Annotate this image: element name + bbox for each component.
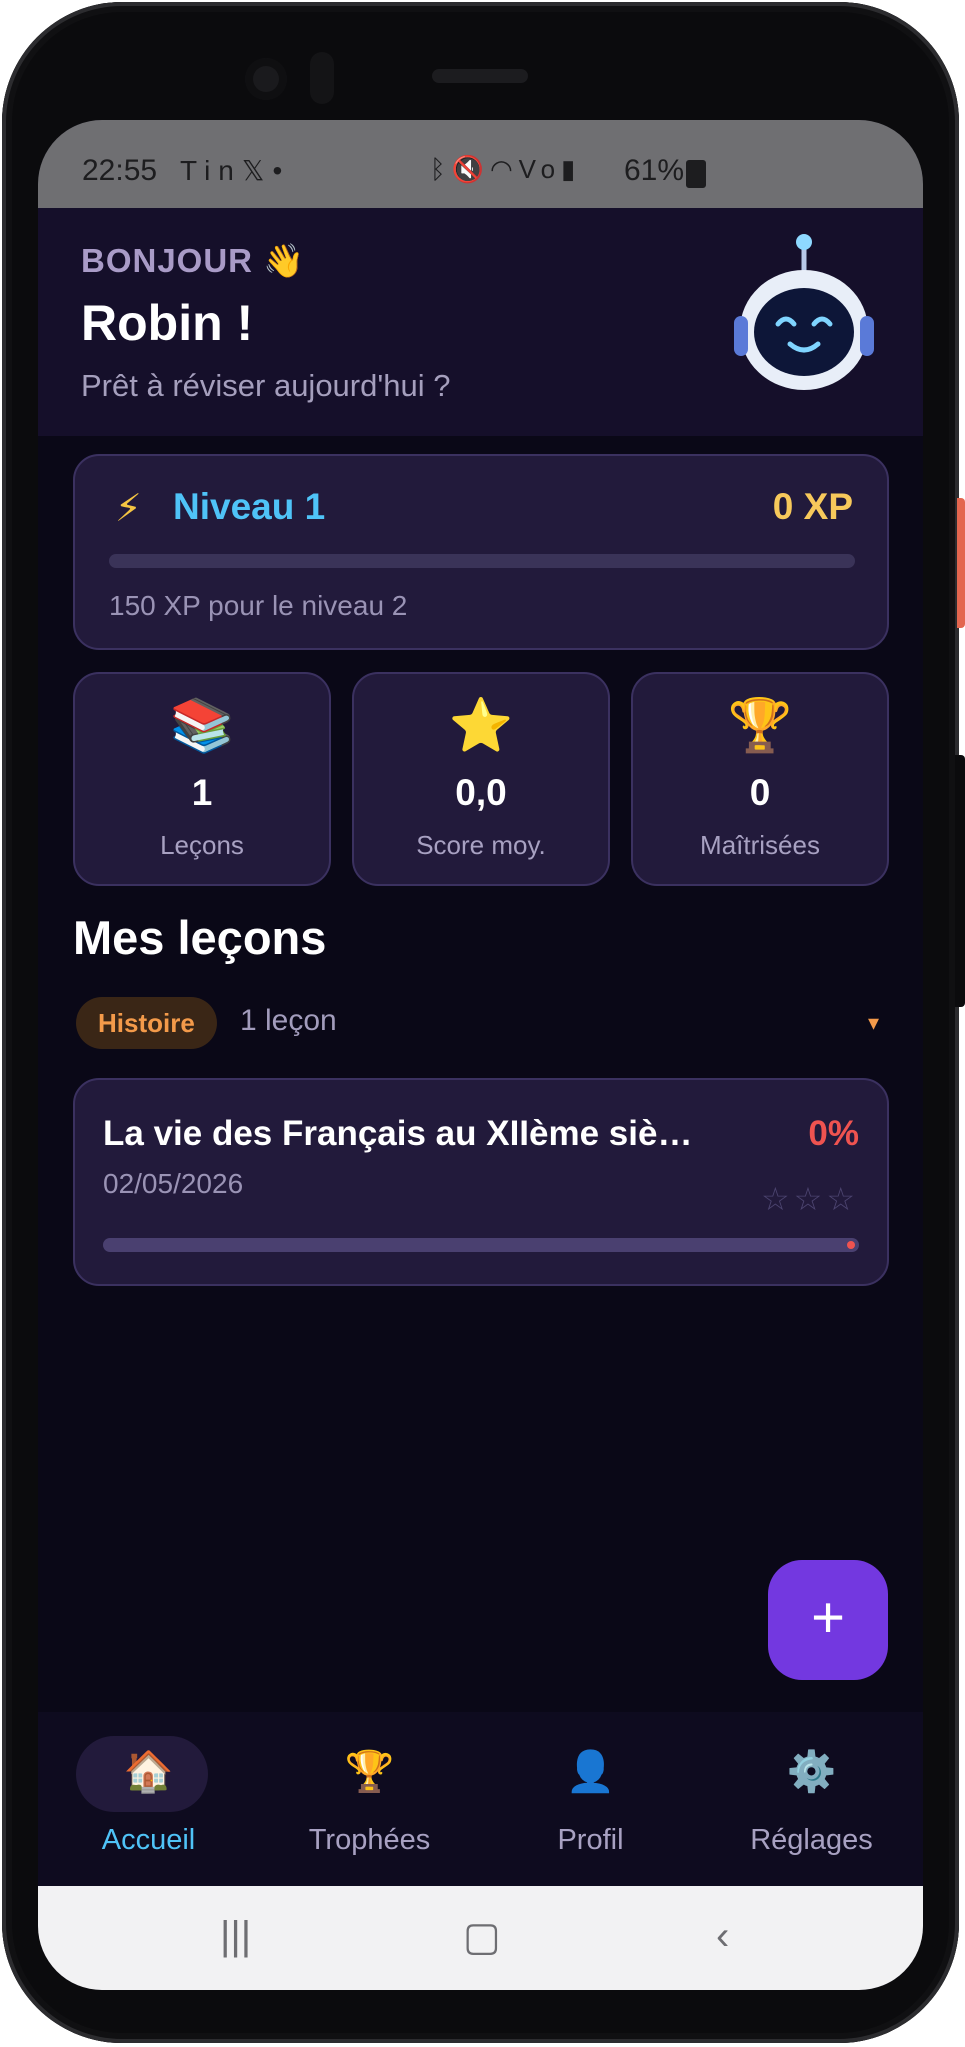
dot-icon: • xyxy=(272,155,291,186)
stat-value: 0,0 xyxy=(455,772,507,813)
category-chip-histoire[interactable]: Histoire xyxy=(76,997,217,1049)
stat-label: Leçons xyxy=(160,830,244,860)
status-bar: 22:55 Tin𝕏• ᛒ🔇◠Vo▮ 61% xyxy=(38,120,923,208)
tesla-icon: T xyxy=(180,155,205,186)
home-icon: 🏠 xyxy=(123,1750,174,1794)
nav-label: Accueil xyxy=(101,1824,196,1856)
xp-progress-bar xyxy=(109,554,855,568)
notification-icons: Tin𝕏• xyxy=(180,154,290,187)
xp-next-level: 150 XP pour le niveau 2 xyxy=(109,590,408,621)
level-label: Niveau 1 xyxy=(173,486,326,527)
volte-icon: Vo xyxy=(518,154,562,184)
power-button xyxy=(957,498,965,628)
gear-icon: ⚙️ xyxy=(786,1750,837,1794)
signal-icon: ▮ xyxy=(561,154,582,184)
level-card: ⚡ Niveau 1 0 XP 150 XP pour le niveau 2 xyxy=(73,454,889,650)
nav-label: Trophées xyxy=(308,1824,431,1856)
stat-label: Score moy. xyxy=(416,830,546,860)
trophy-icon: 🏆 xyxy=(727,697,793,755)
star-icon: ⭐ xyxy=(448,697,514,755)
stat-value: 0 xyxy=(749,772,771,813)
nav-label: Réglages xyxy=(750,1824,873,1856)
greeting-header: BONJOUR 👋 Robin ! Prêt à réviser aujourd… xyxy=(38,208,923,436)
category-lesson-count: 1 leçon xyxy=(240,1004,337,1037)
status-time: 22:55 xyxy=(82,154,158,187)
lightning-icon: ⚡ xyxy=(115,488,142,530)
back-icon[interactable]: ‹ xyxy=(716,1914,729,1959)
battery-icon xyxy=(686,160,706,188)
lesson-date: 02/05/2026 xyxy=(103,1168,244,1199)
bottom-navigation: 🏠 Accueil 🏆 Trophées 👤 Profil ⚙️ Réglage… xyxy=(38,1712,923,1886)
greeting-label: BONJOUR 👋 xyxy=(81,242,306,279)
stat-card-score: ⭐ 0,0 Score moy. xyxy=(352,672,610,886)
app-screen: 22:55 Tin𝕏• ᛒ🔇◠Vo▮ 61% BONJOUR 👋 Robin !… xyxy=(38,120,923,1990)
system-icons: ᛒ🔇◠Vo▮ xyxy=(430,154,581,185)
stat-label: Maîtrisées xyxy=(700,830,820,860)
bluetooth-icon: ᛒ xyxy=(430,154,452,184)
mute-icon: 🔇 xyxy=(451,154,490,184)
lesson-progress-marker xyxy=(847,1241,855,1249)
stat-card-lessons: 📚 1 Leçons xyxy=(73,672,331,886)
system-navigation-bar: ||| ▢ ‹ xyxy=(38,1886,923,1990)
wifi-icon: ◠ xyxy=(489,154,519,184)
books-icon: 📚 xyxy=(169,697,235,755)
chevron-down-icon[interactable]: ▾ xyxy=(868,1010,879,1036)
nav-item-accueil[interactable]: 🏠 Accueil xyxy=(38,1712,259,1886)
trophy-icon: 🏆 xyxy=(344,1750,395,1794)
earpiece-speaker xyxy=(432,69,528,83)
lesson-score: 0% xyxy=(808,1114,859,1153)
nav-item-profil[interactable]: 👤 Profil xyxy=(480,1712,701,1886)
proximity-sensor xyxy=(310,52,334,104)
recents-icon[interactable]: ||| xyxy=(220,1914,251,1959)
section-title: Mes leçons xyxy=(73,911,327,964)
robot-mascot-icon xyxy=(734,234,874,390)
linkedin-icon: in xyxy=(204,155,242,186)
user-name: Robin ! xyxy=(81,295,254,351)
lesson-card[interactable]: La vie des Français au XIIème siè… 0% 02… xyxy=(73,1078,889,1286)
stat-card-mastered: 🏆 0 Maîtrisées xyxy=(631,672,889,886)
xp-total: 0 XP xyxy=(772,486,853,527)
rating-stars-icon: ☆☆☆ xyxy=(760,1181,859,1217)
lesson-progress-bar xyxy=(103,1238,859,1252)
nav-label: Profil xyxy=(557,1824,624,1856)
home-button-icon[interactable]: ▢ xyxy=(463,1914,501,1960)
nav-item-trophees[interactable]: 🏆 Trophées xyxy=(259,1712,480,1886)
add-lesson-button[interactable]: + xyxy=(768,1560,888,1680)
battery-level: 61% xyxy=(624,154,685,187)
volume-button xyxy=(955,755,965,1007)
front-camera xyxy=(245,58,287,100)
profile-icon: 👤 xyxy=(565,1750,616,1794)
nav-item-reglages[interactable]: ⚙️ Réglages xyxy=(701,1712,922,1886)
x-icon: 𝕏 xyxy=(241,155,273,186)
stat-value: 1 xyxy=(191,772,213,813)
lesson-title: La vie des Français au XIIème siè… xyxy=(103,1114,693,1153)
greeting-subtitle: Prêt à réviser aujourd'hui ? xyxy=(81,368,451,403)
